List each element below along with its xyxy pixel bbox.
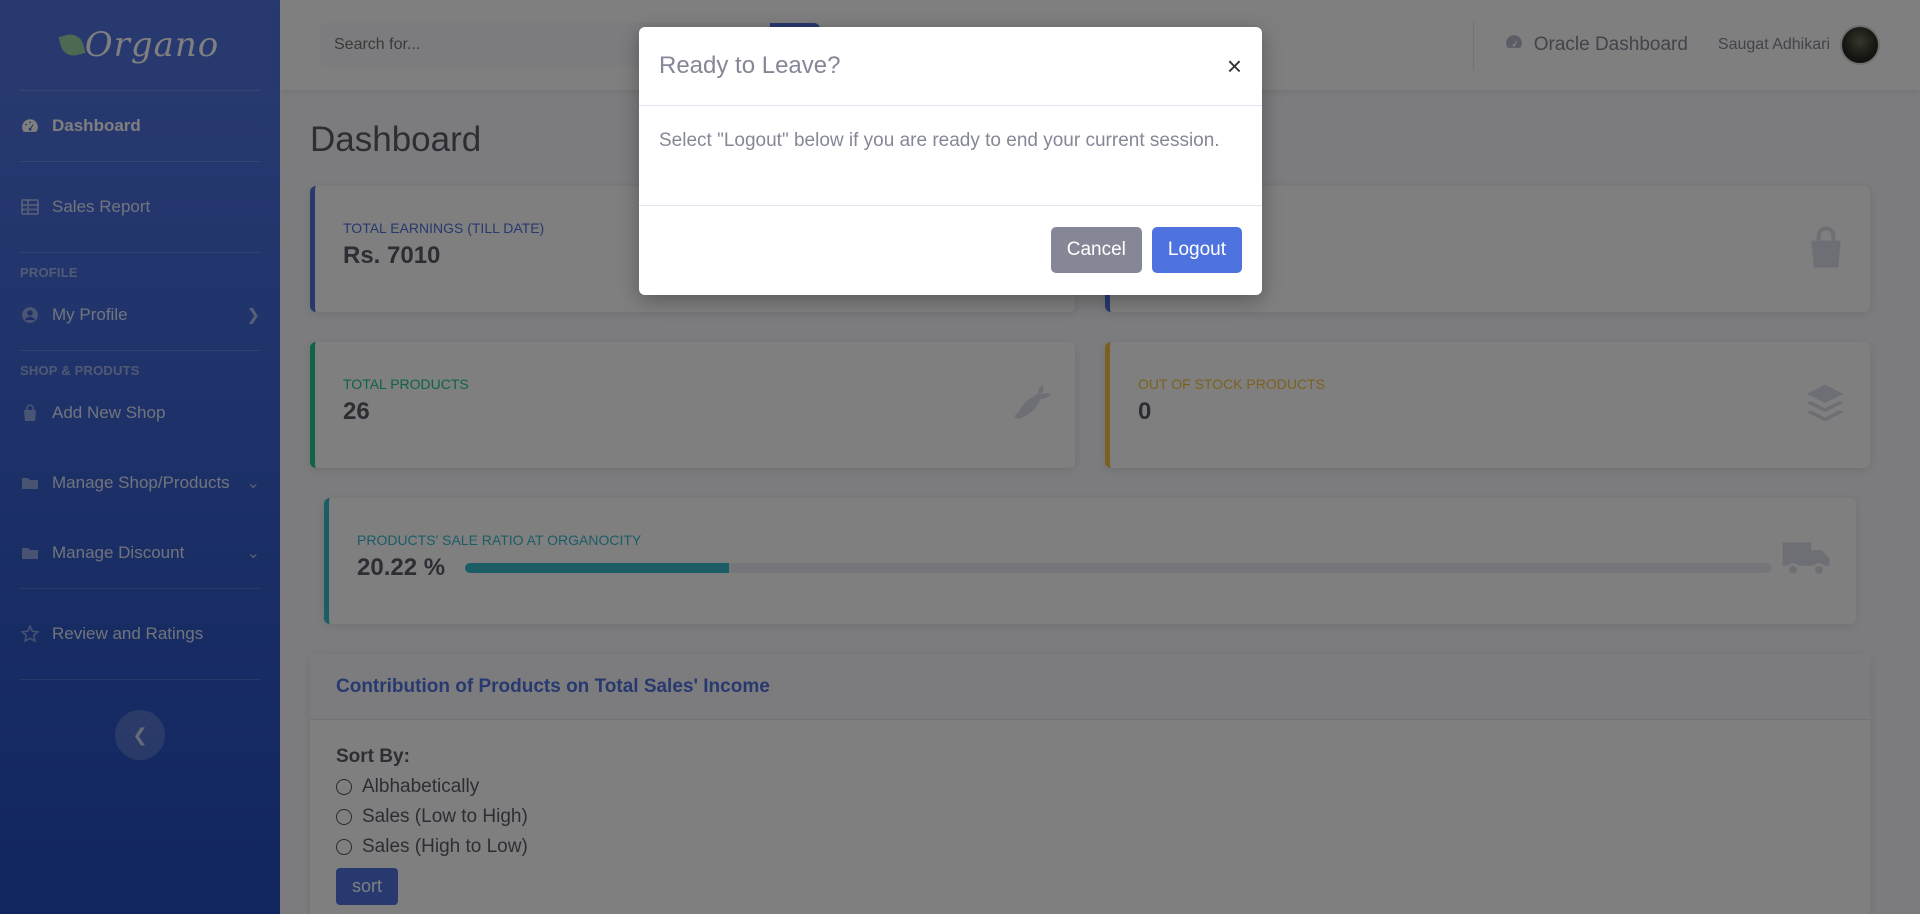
logout-button[interactable]: Logout xyxy=(1151,227,1242,273)
close-icon[interactable]: × xyxy=(1227,53,1242,79)
modal-title: Ready to Leave? xyxy=(659,52,841,79)
cancel-button[interactable]: Cancel xyxy=(1050,227,1142,273)
modal-header: Ready to Leave? × xyxy=(639,27,1262,106)
modal-body: Select "Logout" below if you are ready t… xyxy=(639,106,1262,206)
modal-footer: Cancel Logout xyxy=(639,206,1262,294)
logout-modal: Ready to Leave? × Select "Logout" below … xyxy=(639,27,1262,295)
